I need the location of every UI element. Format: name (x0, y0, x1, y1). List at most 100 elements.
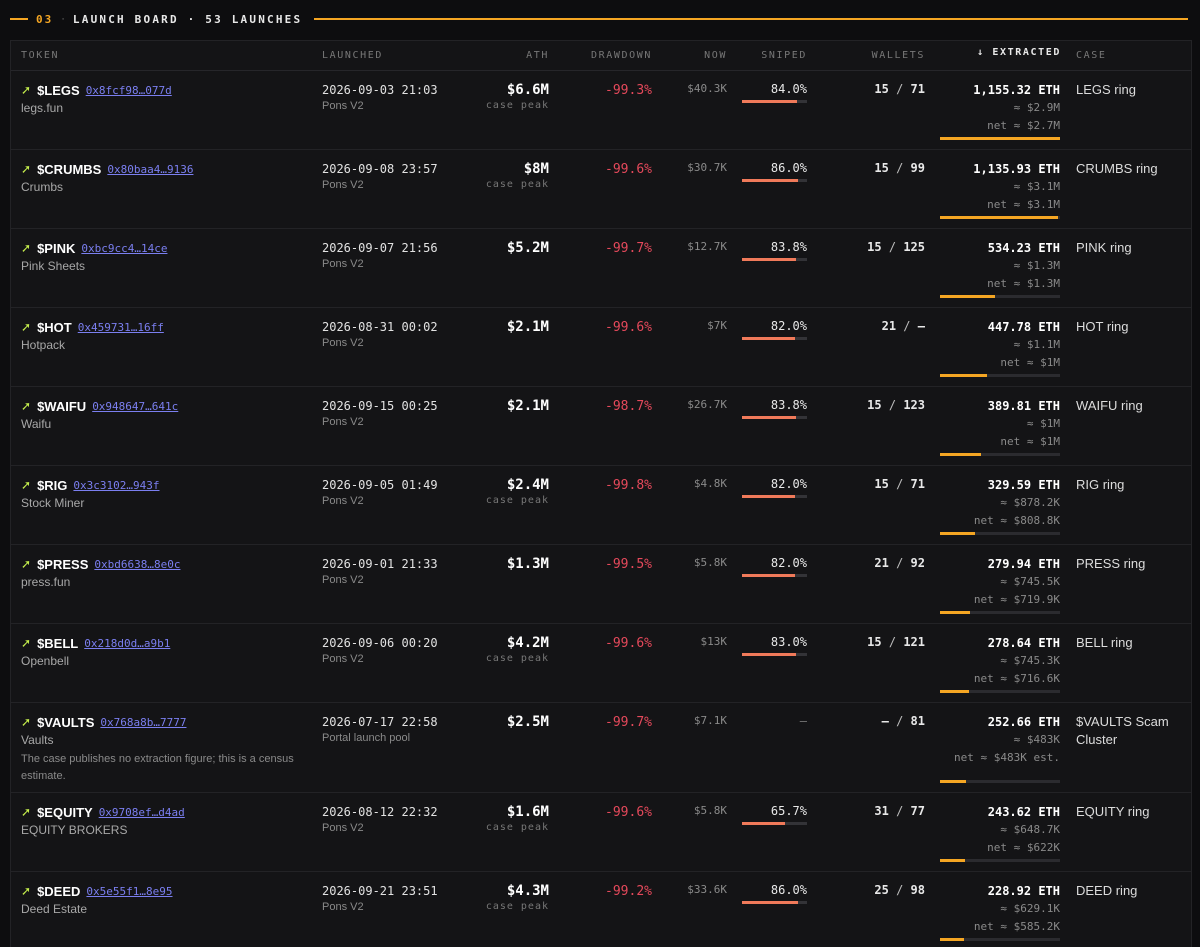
col-launched[interactable]: LAUNCHED (322, 50, 383, 61)
token-address-link[interactable]: 0x768a8b…7777 (100, 716, 186, 729)
table-row[interactable]: ➚ $PRESS 0xbd6638…8e0c press.fun 2026-09… (11, 545, 1191, 624)
col-extracted-sorted[interactable]: ↓ EXTRACTED (977, 47, 1061, 58)
token-address-link[interactable]: 0xbd6638…8e0c (94, 558, 180, 571)
extracted-cell: 228.92 ETH ≈ $629.1K net ≈ $585.2K (940, 882, 1060, 941)
case-label[interactable]: PINK ring (1076, 239, 1186, 257)
col-now[interactable]: NOW (704, 50, 727, 61)
wallets-count-b: 77 (910, 804, 925, 818)
col-token[interactable]: TOKEN (21, 50, 59, 61)
rocket-icon: ➚ (21, 805, 32, 819)
ath-cell: $2.1M (507, 396, 549, 416)
case-label[interactable]: RIG ring (1076, 476, 1186, 494)
rocket-icon: ➚ (21, 715, 32, 729)
case-label[interactable]: EQUITY ring (1076, 803, 1186, 821)
token-symbol[interactable]: $PINK (37, 241, 75, 256)
wallets-cell: 31 / 77 (874, 804, 925, 818)
token-name: Waifu (21, 417, 52, 431)
extracted-bar-fill (940, 137, 1060, 140)
token-address-link[interactable]: 0x80baa4…9136 (107, 163, 193, 176)
table-row[interactable]: ➚ $DEED 0x5e55f1…8e95 Deed Estate 2026-0… (11, 872, 1191, 947)
extracted-eth: 534.23 ETH (987, 241, 1060, 255)
section-title: LAUNCH BOARD · 53 LAUNCHES (72, 12, 303, 26)
extracted-eth: 243.62 ETH (987, 805, 1060, 819)
case-label[interactable]: HOT ring (1076, 318, 1186, 336)
col-sniped[interactable]: SNIPED (761, 50, 807, 61)
drawdown-value: -99.5% (605, 557, 652, 572)
extracted-bar-fill (940, 453, 981, 456)
token-address-link[interactable]: 0x948647…641c (92, 400, 178, 413)
token-name: press.fun (21, 575, 71, 589)
token-symbol[interactable]: $VAULTS (37, 715, 94, 730)
extracted-bar-fill (940, 216, 1058, 219)
token-name: EQUITY BROKERS (21, 823, 128, 837)
token-address-link[interactable]: 0x5e55f1…8e95 (86, 885, 172, 898)
sniped-cell: 82.0% (742, 319, 807, 340)
table-row[interactable]: ➚ $PINK 0xbc9cc4…14ce Pink Sheets 2026-0… (11, 229, 1191, 308)
table-row[interactable]: ➚ $HOT 0x459731…16ff Hotpack 2026-08-31 … (11, 308, 1191, 387)
drawdown-value: -99.7% (605, 715, 652, 730)
col-case[interactable]: CASE (1076, 50, 1106, 61)
wallets-count-b: 92 (910, 556, 925, 570)
token-symbol[interactable]: $LEGS (37, 83, 80, 98)
extracted-usd: ≈ $745.3K (1000, 654, 1060, 667)
sniped-bar-fill (742, 901, 798, 904)
case-label[interactable]: LEGS ring (1076, 81, 1186, 99)
token-name: Crumbs (21, 180, 64, 194)
launch-datetime: 2026-09-01 21:33 (322, 557, 438, 571)
table-row[interactable]: ➚ $EQUITY 0x9708ef…d4ad EQUITY BROKERS 2… (11, 793, 1191, 872)
token-name: Openbell (21, 654, 70, 668)
sniped-bar-fill (742, 822, 785, 825)
extracted-bar-fill (940, 532, 975, 535)
ath-cell: $2.5M (507, 712, 549, 732)
wallets-count-b: 125 (903, 240, 925, 254)
ath-subtext: case peak (485, 653, 549, 664)
col-ath[interactable]: ATH (526, 50, 549, 61)
token-symbol[interactable]: $BELL (37, 636, 78, 651)
extracted-net: net ≈ $1M (1000, 356, 1060, 369)
extracted-eth: 278.64 ETH (987, 636, 1060, 650)
sniped-cell: 82.0% (742, 556, 807, 577)
case-label[interactable]: WAIFU ring (1076, 397, 1186, 415)
token-symbol[interactable]: $HOT (37, 320, 72, 335)
case-label[interactable]: BELL ring (1076, 634, 1186, 652)
table-row[interactable]: ➚ $WAIFU 0x948647…641c Waifu 2026-09-15 … (11, 387, 1191, 466)
token-address-link[interactable]: 0x459731…16ff (78, 321, 164, 334)
token-symbol[interactable]: $EQUITY (37, 805, 93, 820)
extracted-usd: ≈ $745.5K (1000, 575, 1060, 588)
token-symbol[interactable]: $CRUMBS (37, 162, 101, 177)
wallets-cell: 15 / 71 (874, 477, 925, 491)
extracted-cell: 278.64 ETH ≈ $745.3K net ≈ $716.6K (940, 634, 1060, 693)
wallets-cell: 15 / 121 (867, 635, 925, 649)
table-row[interactable]: ➚ $LEGS 0x8fcf98…077d legs.fun 2026-09-0… (11, 71, 1191, 150)
case-label[interactable]: DEED ring (1076, 882, 1186, 900)
case-label[interactable]: CRUMBS ring (1076, 160, 1186, 178)
sniped-cell: 83.8% (742, 398, 807, 419)
launch-datetime: 2026-09-15 00:25 (322, 399, 438, 413)
col-drawdown[interactable]: DRAWDOWN (591, 50, 652, 61)
token-address-link[interactable]: 0x9708ef…d4ad (99, 806, 185, 819)
table-row[interactable]: ➚ $RIG 0x3c3102…943f Stock Miner 2026-09… (11, 466, 1191, 545)
token-symbol[interactable]: $PRESS (37, 557, 88, 572)
wallets-count-a: 25 (874, 883, 889, 897)
token-address-link[interactable]: 0xbc9cc4…14ce (81, 242, 167, 255)
sniped-bar-fill (742, 179, 798, 182)
token-symbol[interactable]: $WAIFU (37, 399, 86, 414)
col-wallets[interactable]: WALLETS (872, 50, 925, 61)
table-row[interactable]: ➚ $CRUMBS 0x80baa4…9136 Crumbs 2026-09-0… (11, 150, 1191, 229)
token-address-link[interactable]: 0x3c3102…943f (73, 479, 159, 492)
now-value: $30.7K (687, 161, 727, 174)
token-symbol[interactable]: $RIG (37, 478, 67, 493)
sniped-bar (742, 179, 807, 182)
case-label[interactable]: PRESS ring (1076, 555, 1186, 573)
wallets-count-b: 81 (910, 714, 925, 728)
token-symbol[interactable]: $DEED (37, 884, 80, 899)
case-label[interactable]: $VAULTS Scam Cluster (1076, 713, 1186, 749)
rocket-icon: ➚ (21, 83, 32, 97)
ath-cell: $8M case peak (486, 159, 549, 190)
token-address-link[interactable]: 0x218d0d…a9b1 (84, 637, 170, 650)
sniped-bar-fill (742, 574, 795, 577)
now-value: $5.8K (693, 556, 727, 569)
table-row[interactable]: ➚ $VAULTS 0x768a8b…7777 Vaults The case … (11, 703, 1191, 793)
token-address-link[interactable]: 0x8fcf98…077d (86, 84, 172, 97)
table-row[interactable]: ➚ $BELL 0x218d0d…a9b1 Openbell 2026-09-0… (11, 624, 1191, 703)
